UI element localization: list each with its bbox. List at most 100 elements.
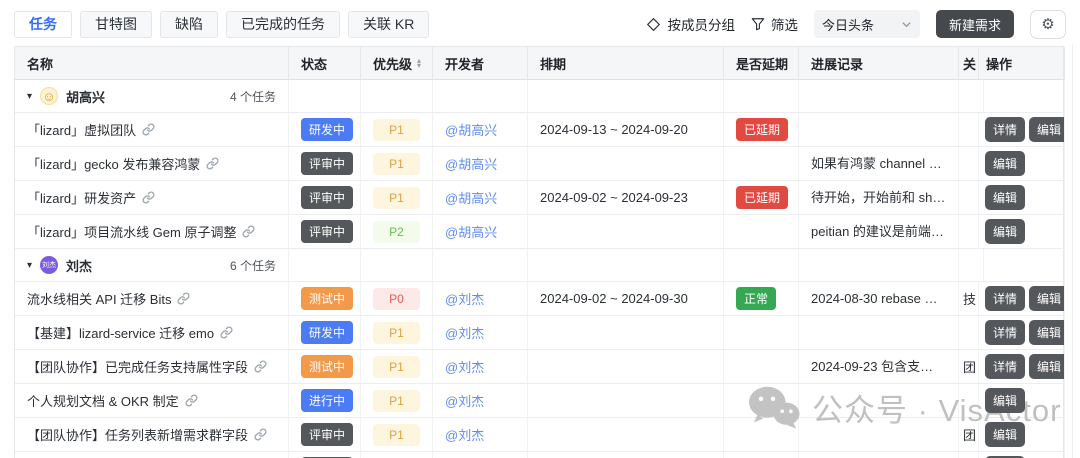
task-name-link[interactable]: 【团队协作】任务列表新增需求群字段: [27, 425, 248, 444]
progress-cell: [799, 452, 959, 458]
priority-cell: P0: [361, 282, 433, 316]
link-icon[interactable]: [242, 225, 255, 238]
developer-link[interactable]: @胡高兴: [445, 188, 497, 207]
delay-cell: [724, 350, 799, 384]
developer-link[interactable]: @刘杰: [445, 289, 484, 308]
edit-button[interactable]: 编辑: [985, 151, 1025, 176]
status-cell: 进行中: [289, 384, 361, 418]
related-cell: [959, 316, 979, 350]
actions-cell: 详情编辑: [979, 282, 1065, 316]
task-row: 流水线相关 API 迁移 Bits 测试中 P0 @刘杰 2024-09-02 …: [15, 282, 1063, 316]
schedule-cell: [528, 215, 724, 249]
developer-link[interactable]: @刘杰: [445, 391, 484, 410]
funnel-icon: [751, 17, 765, 31]
related-cell: [959, 215, 979, 249]
tab-related-kr[interactable]: 关联 KR: [348, 11, 429, 38]
schedule-range: 2024-09-13 ~ 2024-09-20: [540, 122, 688, 137]
developer-link[interactable]: @刘杰: [445, 323, 484, 342]
edit-button[interactable]: 编辑: [985, 185, 1025, 210]
link-icon[interactable]: [220, 326, 233, 339]
link-icon[interactable]: [177, 292, 190, 305]
status-badge: 评审中: [301, 152, 353, 175]
priority-badge: P1: [373, 390, 420, 412]
settings-button[interactable]: ⚙: [1030, 10, 1066, 39]
task-name-link[interactable]: 流水线相关 API 迁移 Bits: [27, 289, 171, 308]
col-header-priority[interactable]: 优先级 ▴▾: [361, 47, 433, 80]
detail-button[interactable]: 详情: [985, 286, 1025, 311]
group-by-label: 按成员分组: [667, 14, 735, 34]
collapse-caret-icon[interactable]: ▾: [27, 260, 32, 271]
task-name-link[interactable]: 「lizard」项目流水线 Gem 原子调整: [27, 222, 236, 241]
view-select-dropdown[interactable]: 今日头条: [814, 10, 920, 38]
tab-completed-tasks[interactable]: 已完成的任务: [226, 11, 340, 38]
status-badge: 研发中: [301, 321, 353, 344]
priority-badge: P1: [373, 424, 420, 446]
task-name-cell: [15, 452, 289, 458]
link-icon[interactable]: [142, 191, 155, 204]
toolbar-right: 按成员分组 筛选 今日头条 新建需求 ⚙: [646, 10, 1066, 39]
delay-cell: [724, 452, 799, 458]
task-name-link[interactable]: 【团队协作】已完成任务支持属性字段: [27, 357, 248, 376]
developer-link[interactable]: @刘杰: [445, 425, 484, 444]
scrollbar-track[interactable]: [1072, 44, 1073, 458]
task-name-link[interactable]: 「lizard」虚拟团队: [27, 120, 136, 139]
schedule-cell: [528, 147, 724, 181]
group-by-member-button[interactable]: 按成员分组: [646, 14, 735, 34]
task-name-link[interactable]: 「lizard」研发资产: [27, 188, 136, 207]
task-name-cell: 【团队协作】任务列表新增需求群字段: [15, 418, 289, 452]
developer-cell: @刘杰: [433, 316, 528, 350]
link-icon[interactable]: [254, 428, 267, 441]
schedule-cell: [528, 418, 724, 452]
developer-link[interactable]: @胡高兴: [445, 222, 497, 241]
tag-icon: [646, 17, 661, 32]
new-task-button[interactable]: 新建需求: [936, 10, 1014, 38]
edit-button[interactable]: 编辑: [985, 219, 1025, 244]
task-name-link[interactable]: 「lizard」gecko 发布兼容鸿蒙: [27, 154, 200, 173]
developer-link[interactable]: @胡高兴: [445, 120, 497, 139]
edit-button[interactable]: 编辑: [1029, 354, 1065, 379]
status-cell: 评审中: [289, 452, 361, 458]
related-cell: [959, 384, 979, 418]
actions-cell: 详情编辑: [979, 113, 1065, 147]
actions-cell: 详情编辑: [979, 350, 1065, 384]
developer-link[interactable]: @胡高兴: [445, 154, 497, 173]
task-row: 「lizard」gecko 发布兼容鸿蒙 评审中 P1 @胡高兴 如果有鸿蒙 c…: [15, 147, 1063, 181]
developer-link[interactable]: @刘杰: [445, 357, 484, 376]
tab-gantt[interactable]: 甘特图: [80, 11, 152, 38]
sort-icon[interactable]: ▴▾: [417, 58, 421, 68]
priority-badge: P1: [373, 187, 420, 209]
edit-button[interactable]: 编辑: [1029, 320, 1065, 345]
tab-tasks[interactable]: 任务: [14, 11, 72, 38]
detail-button[interactable]: 详情: [985, 320, 1025, 345]
link-icon[interactable]: [254, 360, 267, 373]
col-header-name: 名称: [15, 47, 289, 80]
col-header-delayed: 是否延期: [724, 47, 799, 80]
progress-cell: [799, 384, 959, 418]
link-icon[interactable]: [206, 157, 219, 170]
filter-button[interactable]: 筛选: [751, 14, 798, 34]
status-badge: 研发中: [301, 118, 353, 141]
link-icon[interactable]: [142, 123, 155, 136]
detail-button[interactable]: 详情: [985, 354, 1025, 379]
edit-button[interactable]: 编辑: [1029, 286, 1065, 311]
related-text: 团: [963, 357, 976, 376]
edit-button[interactable]: 编辑: [1029, 117, 1065, 142]
collapse-caret-icon[interactable]: ▾: [27, 91, 32, 102]
edit-button[interactable]: 编辑: [985, 388, 1025, 413]
filter-label: 筛选: [771, 14, 798, 34]
edit-button[interactable]: 编辑: [985, 422, 1025, 447]
progress-cell: 待开始，开始前和 shiwei 确...: [799, 181, 959, 215]
task-name-link[interactable]: 【基建】lizard-service 迁移 emo: [27, 323, 214, 342]
actions-cell: 编辑: [979, 181, 1065, 215]
schedule-cell: 2024-09-13 ~ 2024-09-20: [528, 113, 724, 147]
detail-button[interactable]: 详情: [985, 117, 1025, 142]
related-cell: [959, 452, 979, 458]
developer-cell: @刘杰: [433, 282, 528, 316]
task-row: 「lizard」研发资产 评审中 P1 @胡高兴 2024-09-02 ~ 20…: [15, 181, 1063, 215]
actions-cell: 详情编辑: [979, 316, 1065, 350]
developer-cell: @胡高兴: [433, 147, 528, 181]
tab-defects[interactable]: 缺陷: [160, 11, 218, 38]
priority-badge: P0: [373, 288, 420, 310]
task-name-link[interactable]: 个人规划文档 & OKR 制定: [27, 391, 179, 410]
link-icon[interactable]: [185, 394, 198, 407]
